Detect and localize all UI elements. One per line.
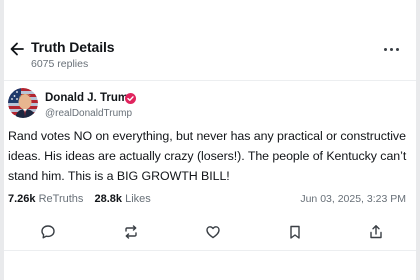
likes-label[interactable]: Likes xyxy=(125,193,151,205)
comment-icon xyxy=(40,224,56,240)
back-button[interactable] xyxy=(8,40,26,58)
header-divider xyxy=(4,80,416,81)
more-options-button[interactable] xyxy=(378,40,404,58)
bookmark-button[interactable] xyxy=(281,220,309,244)
post-text: Rand votes NO on everything, but never h… xyxy=(8,129,407,183)
bookmark-icon xyxy=(287,224,303,240)
footer-divider xyxy=(4,250,416,251)
verified-badge-icon xyxy=(125,93,136,104)
page-header: Truth Details 6075 replies xyxy=(0,0,420,82)
like-button[interactable] xyxy=(199,220,227,244)
share-icon xyxy=(368,224,384,240)
retruths-label[interactable]: ReTruths xyxy=(39,193,84,205)
post-timestamp: Jun 03, 2025, 3:23 PM xyxy=(300,193,406,205)
arrow-left-icon xyxy=(10,42,24,56)
retruth-icon xyxy=(123,224,139,240)
replies-count: 6075 replies xyxy=(31,58,89,70)
retruth-button[interactable] xyxy=(117,220,145,244)
likes-count[interactable]: 28.8k xyxy=(94,193,122,205)
page-title: Truth Details xyxy=(31,39,115,55)
author-name[interactable]: Donald J. Trump xyxy=(45,92,135,104)
author-handle[interactable]: @realDonaldTrump xyxy=(45,108,132,119)
heart-icon xyxy=(205,224,221,240)
post-stats: 7.26k ReTruths 28.8k Likes xyxy=(8,193,151,207)
action-bar xyxy=(4,212,416,254)
more-horizontal-icon xyxy=(382,47,400,51)
retruths-count[interactable]: 7.26k xyxy=(8,193,36,205)
reply-button[interactable] xyxy=(34,220,62,244)
share-button[interactable] xyxy=(362,220,390,244)
author-avatar[interactable] xyxy=(8,88,38,118)
truth-details-page: Truth Details 6075 replies Donald J. Tru… xyxy=(0,0,420,280)
